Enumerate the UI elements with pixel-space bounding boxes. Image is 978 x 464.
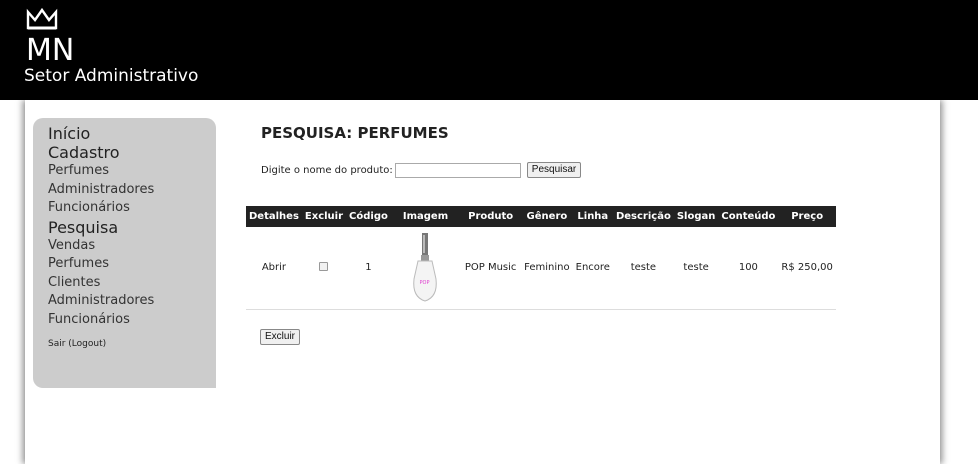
cell-preco: R$ 250,00 (778, 227, 836, 310)
sidebar: Início Cadastro Perfumes Administradores… (33, 118, 216, 388)
cell-genero: Feminino (521, 227, 573, 310)
cell-codigo: 1 (346, 227, 391, 310)
page-title: PESQUISA: PERFUMES (261, 124, 449, 142)
logo-text: MN (26, 33, 74, 68)
crown-logo-icon: MN (26, 7, 74, 68)
col-excluir: Excluir (301, 206, 347, 227)
cell-imagem: POP (390, 227, 461, 310)
search-row: Digite o nome do produto: Pesquisar (261, 162, 582, 178)
cell-linha: Encore (572, 227, 613, 310)
cell-descricao: teste (612, 227, 674, 310)
sidebar-item-pesquisa-vendas[interactable]: Vendas (48, 237, 216, 256)
sidebar-heading-pesquisa: Pesquisa (48, 217, 119, 237)
sidebar-item-cadastro-funcionarios[interactable]: Funcionários (48, 199, 216, 218)
sidebar-item-pesquisa-funcionarios[interactable]: Funcionários (48, 311, 216, 330)
delete-button[interactable]: Excluir (260, 329, 301, 345)
col-detalhes: Detalhes (246, 206, 302, 227)
sidebar-heading-cadastro: Cadastro (48, 143, 120, 162)
cell-detalhes-link[interactable]: Abrir (246, 227, 302, 310)
sidebar-item-cadastro-perfumes[interactable]: Perfumes (48, 162, 216, 181)
col-imagem: Imagem (390, 206, 461, 227)
bottle-label: POP (420, 280, 430, 286)
search-button[interactable]: Pesquisar (526, 162, 582, 178)
results-table: Detalhes Excluir Código Imagem Produto G… (246, 206, 836, 310)
cell-conteudo: 100 (718, 227, 779, 310)
perfume-bottle-image: POP (413, 232, 438, 302)
cell-excluir (301, 227, 347, 310)
sidebar-item-pesquisa-administradores[interactable]: Administradores (48, 292, 216, 311)
col-slogan: Slogan (673, 206, 719, 227)
cell-slogan: teste (673, 227, 719, 310)
search-label: Digite o nome do produto: (261, 164, 393, 176)
logout-link[interactable]: Sair (Logout) (48, 339, 216, 349)
col-produto: Produto (460, 206, 522, 227)
table-row: Abrir 1 POP POP Music Feminino Encore te… (246, 227, 836, 310)
sidebar-item-cadastro-administradores[interactable]: Administradores (48, 181, 216, 200)
col-preco: Preço (778, 206, 836, 227)
col-codigo: Código (346, 206, 391, 227)
delete-checkbox[interactable] (319, 261, 329, 271)
brand-subtitle: Setor Administrativo (24, 66, 199, 86)
search-input[interactable] (394, 162, 521, 178)
col-genero: Gênero (521, 206, 573, 227)
col-descricao: Descrição (612, 206, 674, 227)
sidebar-link-inicio[interactable]: Início (48, 124, 216, 143)
sidebar-item-pesquisa-perfumes[interactable]: Perfumes (48, 255, 216, 274)
table-header-row: Detalhes Excluir Código Imagem Produto G… (246, 206, 836, 227)
header: MN Setor Administrativo (0, 0, 978, 100)
cell-produto: POP Music (460, 227, 522, 310)
sidebar-item-pesquisa-clientes[interactable]: Clientes (48, 274, 216, 293)
col-linha: Linha (572, 206, 613, 227)
col-conteudo: Conteúdo (718, 206, 779, 227)
